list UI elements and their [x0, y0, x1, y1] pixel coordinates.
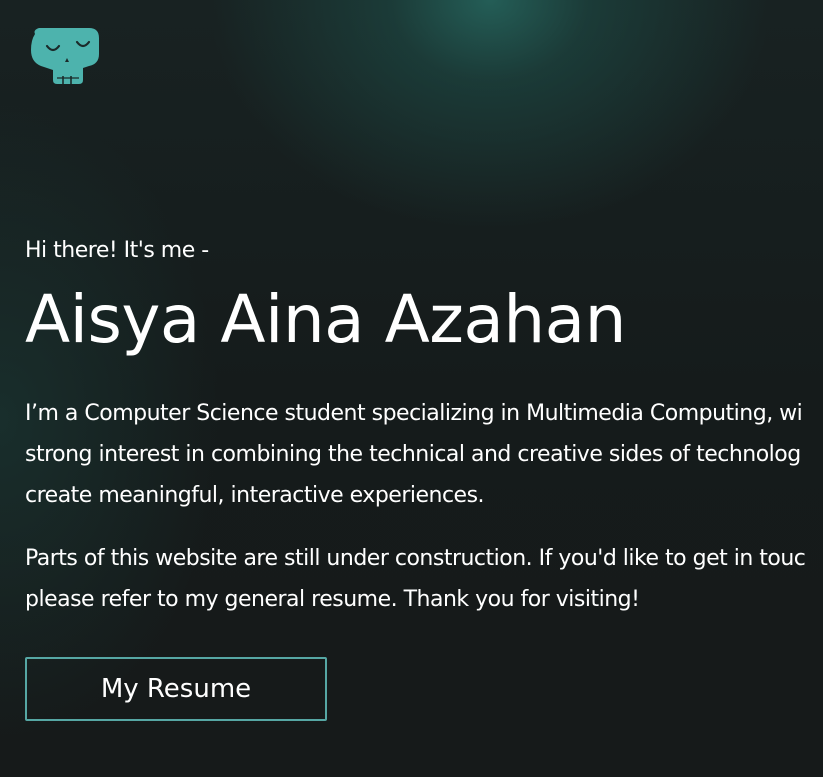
construction-notice: Parts of this website are still under co… — [25, 538, 823, 620]
bio-paragraph: I’m a Computer Science student specializ… — [25, 393, 823, 516]
page-title: Aisya Aina Azahan — [25, 281, 626, 358]
notice-line: please refer to my general resume. Thank… — [25, 587, 640, 612]
greeting-text: Hi there! It's me - — [25, 238, 209, 263]
resume-button[interactable]: My Resume — [25, 657, 327, 721]
skull-icon — [31, 28, 99, 84]
notice-line: Parts of this website are still under co… — [25, 546, 806, 571]
portfolio-page: Hi there! It's me - Aisya Aina Azahan I’… — [0, 0, 823, 777]
bio-line: create meaningful, interactive experienc… — [25, 483, 485, 508]
bio-line: I’m a Computer Science student specializ… — [25, 401, 803, 426]
skull-logo[interactable] — [27, 24, 105, 86]
bio-line: strong interest in combining the technic… — [25, 442, 801, 467]
